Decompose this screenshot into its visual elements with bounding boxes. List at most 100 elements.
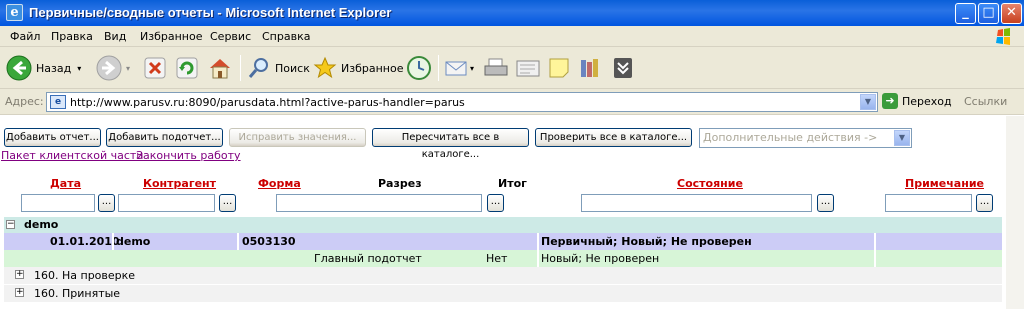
chevron-down-icon: ▾ <box>470 63 475 73</box>
maximize-button[interactable]: □ <box>978 3 999 24</box>
back-button[interactable]: Назад ▾ <box>6 53 81 83</box>
check-all-button[interactable]: Проверить все в каталоге... <box>535 128 692 147</box>
add-subreport-button[interactable]: Добавить подотчет... <box>106 128 223 147</box>
star-icon <box>313 56 337 79</box>
more-actions-select[interactable]: Дополнительные действия -> ▼ <box>699 128 912 148</box>
menu-edit[interactable]: Правка <box>51 30 93 43</box>
cell-status: Новый; Не проверен <box>541 252 660 265</box>
column-form[interactable]: Форма <box>258 177 301 190</box>
print-button[interactable] <box>483 53 509 83</box>
menu-view[interactable]: Вид <box>104 30 126 43</box>
refresh-icon <box>176 57 198 79</box>
history-button[interactable] <box>406 53 432 83</box>
back-arrow-icon <box>6 55 32 81</box>
chevron-down-icon: ▾ <box>77 63 82 73</box>
forward-button[interactable]: ▾ <box>96 53 130 83</box>
finish-work-link[interactable]: Закончить работу <box>136 149 241 162</box>
refresh-button[interactable] <box>176 53 198 83</box>
column-divider <box>537 233 539 250</box>
window-title: Первичные/сводные отчеты - Microsoft Int… <box>29 5 392 20</box>
filter-date-button[interactable]: ... <box>98 194 115 212</box>
messenger-button[interactable] <box>611 53 635 83</box>
favorites-label: Избранное <box>341 61 404 75</box>
menu-bar: Файл Правка Вид Избранное Сервис Справка <box>0 26 1024 47</box>
column-status[interactable]: Состояние <box>677 177 743 190</box>
menu-favorites[interactable]: Избранное <box>140 30 202 43</box>
minimize-button[interactable]: _ <box>955 3 976 24</box>
filter-date-input[interactable] <box>21 194 95 212</box>
filter-note-button[interactable]: ... <box>976 194 993 212</box>
cell-section: Главный подотчет <box>314 252 422 265</box>
stop-button[interactable] <box>144 53 166 83</box>
address-bar: Адрес: e http://www.parusv.ru:8090/parus… <box>0 89 1024 115</box>
toolbar-separator <box>240 55 241 81</box>
note-icon <box>549 58 569 78</box>
windows-logo-icon <box>996 28 1010 45</box>
filter-section-input[interactable] <box>276 194 482 212</box>
client-package-link[interactable]: Пакет клиентской части <box>1 149 143 162</box>
notes-button[interactable] <box>547 53 571 83</box>
menu-help[interactable]: Справка <box>262 30 310 43</box>
group-row[interactable]: − demo <box>4 217 1002 233</box>
cell-contractor: demo <box>116 235 151 248</box>
tree-row-label: 160. Принятые <box>34 287 121 300</box>
address-url[interactable]: http://www.parusv.ru:8090/parusdata.html… <box>70 96 465 109</box>
column-date[interactable]: Дата <box>50 177 81 190</box>
column-divider <box>237 233 239 250</box>
column-contractor[interactable]: Контрагент <box>143 177 216 190</box>
table-row[interactable]: 01.01.2010 demo 0503130 Первичный; Новый… <box>4 233 1002 250</box>
links-button[interactable]: Ссылки <box>964 95 1007 108</box>
filter-section-button[interactable]: ... <box>487 194 504 212</box>
stop-icon <box>144 57 166 79</box>
menu-tools[interactable]: Сервис <box>210 30 251 43</box>
column-note[interactable]: Примечание <box>905 177 984 190</box>
go-button[interactable]: ➜ Переход <box>882 93 952 109</box>
home-button[interactable] <box>208 53 232 83</box>
column-divider <box>874 233 876 250</box>
column-section: Разрез <box>378 177 422 190</box>
column-total: Итог <box>498 177 527 190</box>
filter-contractor-input[interactable] <box>118 194 215 212</box>
edit-button[interactable] <box>515 53 541 83</box>
filter-status-button[interactable]: ... <box>817 194 834 212</box>
research-button[interactable] <box>578 53 602 83</box>
chevron-down-icon[interactable]: ▼ <box>860 94 876 110</box>
favorites-button[interactable]: Избранное <box>313 53 403 83</box>
mail-button[interactable]: ▾ <box>444 53 474 83</box>
table-row[interactable]: Главный подотчет Нет Новый; Не проверен <box>4 250 1002 267</box>
more-actions-value: Дополнительные действия -> <box>703 131 878 144</box>
cell-total: Нет <box>486 252 508 265</box>
column-divider <box>537 250 539 267</box>
page-content: Добавить отчет... Добавить подотчет... И… <box>0 116 1024 309</box>
search-button[interactable]: Поиск <box>247 53 310 83</box>
download-icon <box>614 58 632 78</box>
tree-row[interactable]: + 160. На проверке <box>4 267 1002 284</box>
address-label: Адрес: <box>5 95 44 108</box>
edit-icon <box>516 60 540 77</box>
column-divider <box>112 233 114 250</box>
filter-note-input[interactable] <box>885 194 972 212</box>
home-icon <box>210 59 230 79</box>
expand-icon[interactable]: + <box>15 288 24 297</box>
address-input[interactable]: e http://www.parusv.ru:8090/parusdata.ht… <box>46 92 878 112</box>
forward-arrow-icon <box>96 55 122 81</box>
add-report-button[interactable]: Добавить отчет... <box>4 128 101 147</box>
tree-row[interactable]: + 160. Принятые <box>4 285 1002 302</box>
go-arrow-icon: ➜ <box>882 93 898 109</box>
collapse-icon[interactable]: − <box>6 220 15 229</box>
fix-values-button[interactable]: Исправить значения... <box>229 128 366 147</box>
mail-icon <box>445 61 467 76</box>
expand-icon[interactable]: + <box>15 270 24 279</box>
chevron-down-icon[interactable]: ▼ <box>894 130 910 146</box>
vertical-scrollbar[interactable] <box>1006 116 1024 309</box>
go-label: Переход <box>902 94 952 108</box>
close-button[interactable]: ✕ <box>1001 3 1022 24</box>
filter-status-input[interactable] <box>581 194 812 212</box>
menu-file[interactable]: Файл <box>10 30 40 43</box>
group-name: demo <box>24 218 59 231</box>
toolbar-separator <box>438 55 439 81</box>
recalc-all-button[interactable]: Пересчитать все в каталоге... <box>372 128 529 160</box>
chevron-down-icon: ▾ <box>126 63 131 73</box>
cell-date: 01.01.2010 <box>50 235 120 248</box>
filter-contractor-button[interactable]: ... <box>219 194 236 212</box>
